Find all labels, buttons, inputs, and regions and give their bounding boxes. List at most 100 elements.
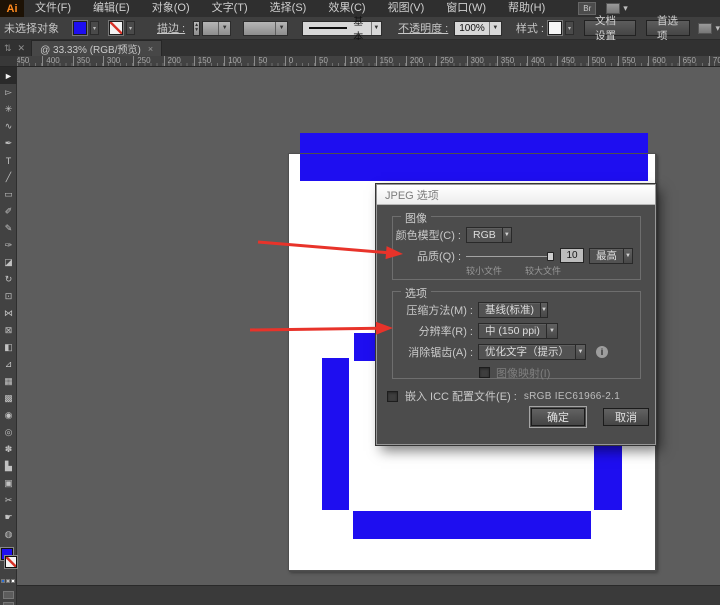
- menu-item-4[interactable]: 选择(S): [259, 0, 318, 17]
- menu-item-2[interactable]: 对象(O): [141, 0, 201, 17]
- stroke-color-control[interactable]: ▾: [109, 21, 135, 35]
- bridge-icon[interactable]: Br: [578, 2, 596, 15]
- control-bar: 未选择对象 ▾ ▾ 描边 : ▲▼ ▼ ▼ 基本 ▼ 不透明度 : 100% ▼…: [0, 17, 720, 40]
- menu-item-1[interactable]: 编辑(E): [82, 0, 141, 17]
- stroke-panel-link[interactable]: 描边 :: [153, 20, 189, 36]
- column-graph-tool[interactable]: ▙: [0, 458, 17, 475]
- ruler-label: 250: [133, 56, 150, 67]
- fill-swatch[interactable]: [73, 21, 87, 35]
- brush-definition-dropdown[interactable]: 基本 ▼: [302, 21, 382, 36]
- pen-tool[interactable]: ✒: [0, 135, 17, 152]
- blue-rectangle-shape[interactable]: [594, 444, 622, 510]
- menu-item-7[interactable]: 窗口(W): [435, 0, 497, 17]
- canvas-pasteboard[interactable]: JPEG 选项 图像 颜色模型(C) : RGB ▼ 品质(Q) :: [17, 67, 720, 605]
- lasso-tool[interactable]: ∿: [0, 118, 17, 135]
- scale-tool[interactable]: ⊡: [0, 288, 17, 305]
- blue-rectangle-shape[interactable]: [300, 133, 648, 181]
- document-tab[interactable]: @ 33.33% (RGB/预览) ×: [31, 40, 162, 56]
- chevron-down-icon[interactable]: ▾: [90, 21, 99, 35]
- perspective-grid-tool[interactable]: ⊿: [0, 356, 17, 373]
- slice-tool[interactable]: ✂: [0, 492, 17, 509]
- menu-item-0[interactable]: 文件(F): [24, 0, 82, 17]
- chevron-down-icon[interactable]: ▾: [565, 21, 574, 35]
- free-transform-tool[interactable]: ⊠: [0, 322, 17, 339]
- compression-label: 压缩方法(M) :: [393, 302, 473, 318]
- hand-tool[interactable]: ☛: [0, 509, 17, 526]
- color-model-label: 颜色模型(C) :: [393, 227, 461, 243]
- color-mode-buttons[interactable]: [1, 579, 15, 583]
- ruler-label: 50: [254, 56, 267, 67]
- info-icon[interactable]: i: [596, 346, 608, 358]
- menu-item-3[interactable]: 文字(T): [201, 0, 259, 17]
- gradient-tool[interactable]: ▩: [0, 390, 17, 407]
- paintbrush-tool[interactable]: ✐: [0, 203, 17, 220]
- stroke-weight-dropdown[interactable]: ▼: [202, 21, 231, 36]
- chevron-down-icon: ▼: [502, 228, 511, 242]
- icc-value: sRGB IEC61966-2.1: [524, 391, 620, 402]
- icc-checkbox[interactable]: [387, 391, 398, 402]
- quality-slider[interactable]: [466, 250, 554, 262]
- rectangle-tool[interactable]: ▭: [0, 186, 17, 203]
- drawing-mode-button[interactable]: [3, 591, 14, 599]
- color-model-dropdown[interactable]: RGB ▼: [466, 227, 512, 243]
- options-group-legend: 选项: [401, 285, 431, 301]
- resolution-label: 分辨率(R) :: [393, 323, 473, 339]
- preferences-button[interactable]: 首选项: [646, 20, 691, 36]
- menu-item-8[interactable]: 帮助(H): [497, 0, 556, 17]
- symbol-sprayer-tool[interactable]: ✽: [0, 441, 17, 458]
- direct-selection-tool[interactable]: ▻: [0, 84, 17, 101]
- eraser-tool[interactable]: ◪: [0, 254, 17, 271]
- zoom-tool[interactable]: ◍: [0, 526, 17, 543]
- magic-wand-tool[interactable]: ✳: [0, 101, 17, 118]
- menu-item-6[interactable]: 视图(V): [377, 0, 436, 17]
- width-tool[interactable]: ⋈: [0, 305, 17, 322]
- opacity-dropdown[interactable]: 100% ▼: [454, 21, 502, 36]
- document-setup-button[interactable]: 文档设置: [584, 20, 636, 36]
- stroke-none-swatch[interactable]: [109, 21, 123, 35]
- width-profile-dropdown[interactable]: ▼: [243, 21, 288, 36]
- line-segment-tool[interactable]: ╱: [0, 169, 17, 186]
- blob-brush-tool[interactable]: ✑: [0, 237, 17, 254]
- opacity-link[interactable]: 不透明度 :: [394, 20, 452, 36]
- ruler-label: 350: [497, 56, 514, 67]
- artboard-tool[interactable]: ▣: [0, 475, 17, 492]
- status-scroll-bar[interactable]: [17, 585, 720, 605]
- style-swatch-control[interactable]: ▾: [548, 21, 574, 35]
- fill-color-control[interactable]: ▾: [73, 21, 99, 35]
- shape-builder-tool[interactable]: ◧: [0, 339, 17, 356]
- panel-close-icon[interactable]: ✕: [18, 43, 26, 54]
- ruler-label: 50: [315, 56, 328, 67]
- slider-handle[interactable]: [547, 252, 554, 261]
- control-panel-menu[interactable]: ▾: [698, 23, 720, 34]
- toolbar-stroke-swatch[interactable]: [5, 556, 17, 568]
- type-tool[interactable]: T: [0, 152, 17, 169]
- pencil-tool[interactable]: ✎: [0, 220, 17, 237]
- blue-rectangle-shape[interactable]: [322, 358, 349, 510]
- chevron-down-icon[interactable]: ▾: [126, 21, 135, 35]
- mesh-tool[interactable]: ▦: [0, 373, 17, 390]
- selection-tool[interactable]: ►: [0, 67, 17, 84]
- style-swatch[interactable]: [548, 21, 562, 35]
- eyedropper-tool[interactable]: ◉: [0, 407, 17, 424]
- antialias-dropdown[interactable]: 优化文字（提示） ▼: [478, 344, 586, 360]
- resolution-dropdown[interactable]: 中 (150 ppi) ▼: [478, 323, 558, 339]
- panel-grip-icon[interactable]: ⇅: [4, 43, 12, 54]
- horizontal-ruler: 4504003503002502001501005005010015020025…: [17, 56, 720, 67]
- cancel-button[interactable]: 取消: [603, 408, 649, 426]
- imagemap-label: 图像映射(I): [496, 365, 550, 381]
- brush-definition-value: 基本: [353, 13, 370, 43]
- tab-close-icon[interactable]: ×: [148, 44, 153, 54]
- chevron-down-icon: ▼: [546, 324, 557, 338]
- document-tab-bar: ⇅ ✕ @ 33.33% (RGB/预览) ×: [0, 40, 720, 56]
- stroke-weight-stepper[interactable]: ▲▼: [193, 21, 200, 36]
- rotate-tool[interactable]: ↻: [0, 271, 17, 288]
- style-label: 样式 :: [512, 20, 548, 36]
- quality-level-dropdown[interactable]: 最高 ▼: [589, 248, 633, 264]
- blend-tool[interactable]: ◎: [0, 424, 17, 441]
- blue-rectangle-shape[interactable]: [353, 511, 591, 539]
- options-group: 选项 压缩方法(M) : 基线(标准) ▼ 分辨率(R) : 中 (150 pp…: [392, 291, 641, 379]
- compression-dropdown[interactable]: 基线(标准) ▼: [478, 302, 548, 318]
- ok-button[interactable]: 确定: [531, 408, 585, 426]
- quality-value-field[interactable]: 10: [560, 248, 584, 263]
- jpeg-options-dialog: JPEG 选项 图像 颜色模型(C) : RGB ▼ 品质(Q) :: [376, 184, 656, 445]
